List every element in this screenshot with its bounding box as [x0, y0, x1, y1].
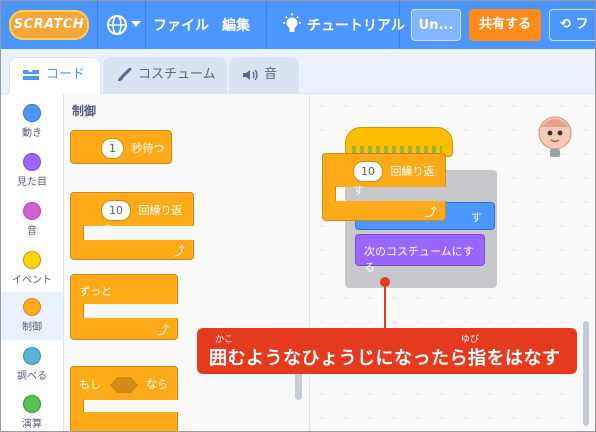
remix-button[interactable]: ⟲ フ — [549, 9, 595, 41]
tab-bar: コード コスチューム 音 — [1, 49, 595, 94]
dragged-repeat-arm — [322, 186, 336, 202]
wait-seconds-input[interactable]: 1 — [101, 138, 124, 159]
category-label: 動き — [22, 128, 42, 139]
repeat-block-arm — [70, 225, 84, 241]
dragged-repeat-block[interactable]: 10 回繰り返す — [322, 153, 446, 197]
forever-block-arm — [70, 303, 84, 319]
category-motion[interactable]: 動き — [1, 98, 63, 146]
scratch-logo[interactable]: SCRATCH — [9, 10, 89, 40]
category-sensing[interactable]: 調べる — [1, 341, 63, 389]
block-palette: 制御 1 秒待つ 10 回繰り返す ⤴ ずっと ⤴ もし なら — [64, 94, 310, 431]
dragged-repeat-foot: ⤴ — [322, 201, 446, 221]
sprite-character-icon — [538, 116, 572, 157]
wait-block-label: 秒待つ — [131, 141, 165, 155]
speaker-icon — [243, 69, 258, 80]
category-label: 音 — [27, 226, 37, 237]
globe-icon[interactable] — [105, 13, 129, 37]
category-looks[interactable]: 見た目 — [1, 147, 63, 195]
forever-block[interactable]: ずっと — [70, 274, 178, 304]
repeat-block[interactable]: 10 回繰り返す — [70, 192, 194, 236]
forever-block-foot: ⤴ — [70, 318, 178, 340]
tab-sounds-label: 音 — [264, 67, 278, 82]
operators-dot-icon — [23, 395, 41, 413]
dragged-repeat-count-input[interactable]: 10 — [353, 161, 383, 182]
category-events[interactable]: イベント — [1, 245, 63, 293]
menu-bar: SCRATCH ファイル 編集 チュートリアル Un... 共有する ⟲ フ — [1, 1, 595, 49]
if-block-foot — [70, 412, 178, 431]
share-button[interactable]: 共有する — [469, 9, 541, 41]
tab-code-label: コード — [46, 67, 86, 82]
if-block-prefix: もし — [79, 378, 101, 391]
code-icon — [23, 69, 39, 80]
if-block-suffix: なら — [146, 378, 168, 391]
forever-block-label: ずっと — [79, 285, 112, 298]
sensing-dot-icon — [23, 347, 41, 365]
loop-arrow-icon: ⤴ — [424, 205, 437, 219]
sound-dot-icon — [23, 202, 41, 220]
category-control[interactable]: 制御 — [1, 292, 63, 340]
scratch-editor: SCRATCH ファイル 編集 チュートリアル Un... 共有する ⟲ フ コ… — [0, 0, 596, 432]
drop-point-marker — [380, 277, 390, 287]
if-block[interactable]: もし なら — [70, 366, 178, 400]
workspace-scrollbar[interactable] — [583, 321, 589, 426]
tab-code[interactable]: コード — [9, 57, 101, 94]
category-operators[interactable]: 演算 — [1, 389, 63, 431]
remix-label: フ — [575, 17, 589, 32]
category-label: 演算 — [22, 419, 42, 430]
file-menu[interactable]: ファイル — [153, 15, 209, 35]
repeat-block-foot: ⤴ — [70, 240, 194, 260]
category-sound[interactable]: 音 — [1, 196, 63, 244]
next-costume-block[interactable]: 次のコスチュームにする — [355, 234, 485, 274]
events-dot-icon — [23, 251, 41, 269]
tab-costumes[interactable]: コスチューム — [103, 57, 227, 93]
chevron-down-icon[interactable] — [131, 21, 141, 27]
tab-costumes-label: コスチューム — [138, 67, 216, 82]
category-menu: 動き 見た目 音 イベント 制御 調べる 演算 — [1, 94, 64, 431]
menu-divider — [97, 1, 98, 49]
edit-menu[interactable]: 編集 — [222, 15, 250, 35]
callout-text: 囲むようなひょうじになったら指をはなす — [209, 348, 561, 369]
wait-block[interactable]: 1 秒待つ — [70, 130, 172, 164]
hidden-block-fragment: す — [471, 211, 482, 224]
boolean-slot-icon[interactable] — [109, 376, 139, 394]
brush-icon — [118, 67, 132, 81]
loop-arrow-icon: ⤴ — [172, 244, 185, 258]
motion-dot-icon — [23, 104, 41, 122]
callout-pointer — [384, 282, 386, 328]
category-label: 制御 — [22, 322, 42, 333]
category-label: 見た目 — [17, 177, 47, 188]
control-dot-icon — [23, 298, 41, 316]
menu-divider — [145, 1, 146, 49]
tab-sounds[interactable]: 音 — [229, 57, 299, 93]
menu-divider — [399, 1, 400, 49]
remix-icon: ⟲ — [560, 17, 571, 32]
project-title-field[interactable]: Un... — [411, 9, 461, 41]
category-label: イベント — [12, 275, 52, 286]
instruction-callout: かこ ゆび 囲むようなひょうじになったら指をはなす — [197, 328, 577, 374]
tutorials-menu[interactable]: チュートリアル — [307, 15, 405, 35]
looks-dot-icon — [23, 153, 41, 171]
lightbulb-icon[interactable] — [281, 13, 303, 37]
category-label: 調べる — [17, 371, 47, 382]
menu-divider — [266, 1, 267, 49]
loop-arrow-icon: ⤴ — [156, 323, 169, 337]
repeat-count-input[interactable]: 10 — [101, 200, 131, 221]
palette-heading: 制御 — [72, 104, 97, 118]
